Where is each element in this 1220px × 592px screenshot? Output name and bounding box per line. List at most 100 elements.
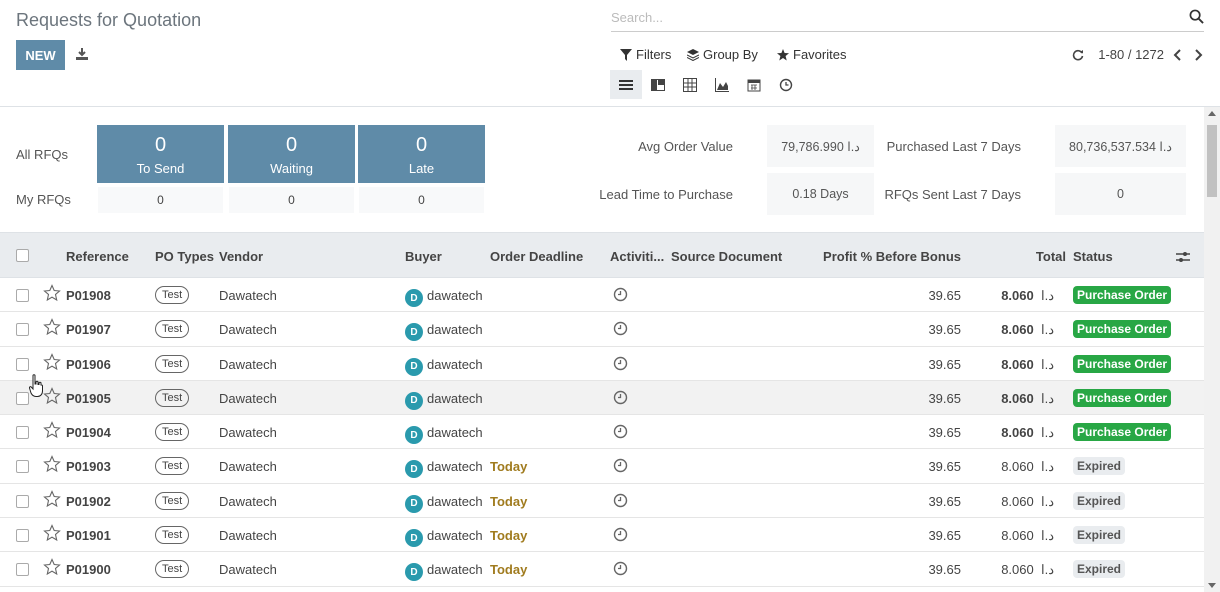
download-icon[interactable] (74, 46, 90, 62)
scroll-down-icon[interactable] (1208, 583, 1216, 588)
po-type-tag: Test (155, 526, 190, 545)
row-checkbox[interactable] (16, 494, 29, 508)
col-activities[interactable]: Activiti... (610, 249, 664, 264)
table-row[interactable]: P01903 Test Dawatech D dawatech Today 39… (0, 449, 1204, 484)
reference: P01900 (66, 562, 111, 578)
chevron-left-icon[interactable] (1172, 48, 1184, 61)
activity-clock-icon[interactable] (613, 458, 628, 473)
buyer-avatar: D (405, 357, 423, 376)
tile-count: 0 (415, 134, 428, 156)
star-outline-icon[interactable] (43, 558, 61, 576)
row-checkbox[interactable] (16, 357, 29, 371)
star-outline-icon[interactable] (43, 524, 61, 542)
kanban-view-button[interactable] (642, 70, 674, 99)
table-row[interactable]: P01908 Test Dawatech D dawatech 39.65 8.… (0, 278, 1204, 313)
clock-icon (779, 78, 793, 91)
star-outline-icon[interactable] (43, 387, 61, 405)
table-row[interactable]: P01902 Test Dawatech D dawatech Today 39… (0, 484, 1204, 519)
select-all-checkbox[interactable] (16, 249, 29, 262)
activity-clock-icon[interactable] (613, 356, 628, 371)
currency-symbol: د.ا (1040, 322, 1054, 338)
group-by-button[interactable]: Group By (687, 47, 758, 62)
col-buyer[interactable]: Buyer (405, 249, 442, 264)
activity-clock-icon[interactable] (613, 527, 628, 542)
col-profit[interactable]: Profit % Before Bonus (823, 249, 961, 264)
activity-clock-icon[interactable] (613, 390, 628, 405)
profit-before-bonus: 39.65 (928, 425, 961, 441)
activity-clock-icon[interactable] (613, 493, 628, 508)
col-po-types[interactable]: PO Types (155, 249, 214, 264)
my-to-send-count[interactable]: 0 (98, 187, 223, 213)
row-checkbox[interactable] (16, 289, 29, 302)
col-status[interactable]: Status (1073, 249, 1113, 264)
calendar-view-button[interactable] (738, 70, 770, 99)
row-checkbox[interactable] (16, 323, 29, 337)
graph-view-button[interactable] (706, 70, 738, 99)
list-view-button[interactable] (610, 70, 642, 99)
tile-to-send[interactable]: 0 To Send (97, 125, 224, 183)
status-badge: Purchase Order (1073, 423, 1172, 442)
total: 8.060 د.ا (1001, 391, 1054, 407)
new-button[interactable]: NEW (16, 40, 65, 70)
favorites-label: Favorites (793, 47, 847, 62)
chevron-right-icon[interactable] (1192, 48, 1204, 61)
search-icon[interactable] (1189, 9, 1204, 24)
activity-view-button[interactable] (770, 70, 802, 99)
table-row[interactable]: P01904 Test Dawatech D dawatech 39.65 8.… (0, 415, 1204, 450)
row-checkbox[interactable] (16, 529, 29, 543)
tile-waiting[interactable]: 0 Waiting (228, 125, 355, 183)
reference: P01903 (66, 459, 111, 475)
currency-symbol: د.ا (1040, 288, 1054, 303)
currency-symbol: د.ا (1040, 528, 1054, 544)
scrollbar[interactable] (1204, 107, 1220, 592)
table-row[interactable]: P01906 Test Dawatech D dawatech 39.65 8.… (0, 347, 1204, 381)
table-row[interactable]: P01907 Test Dawatech D dawatech 39.65 8.… (0, 312, 1204, 347)
refresh-icon[interactable] (1072, 49, 1084, 61)
total-amount: 8.060 (1001, 562, 1034, 578)
pivot-view-button[interactable] (674, 70, 706, 99)
scrollbar-thumb[interactable] (1207, 125, 1217, 197)
status-badge: Expired (1073, 457, 1126, 476)
list-icon (619, 79, 633, 90)
activity-clock-icon[interactable] (613, 561, 628, 576)
col-total[interactable]: Total (1036, 249, 1066, 264)
reference: P01906 (66, 356, 111, 372)
star-outline-icon[interactable] (43, 352, 61, 371)
star-outline-icon[interactable] (43, 421, 61, 439)
profit-before-bonus: 39.65 (928, 528, 961, 544)
activity-clock-icon[interactable] (613, 287, 628, 302)
total: 8.060 د.ا (1001, 494, 1054, 510)
my-late-count[interactable]: 0 (359, 187, 484, 213)
activity-clock-icon[interactable] (613, 424, 628, 439)
total-amount: 8.060 (1001, 425, 1034, 441)
pager-value[interactable]: 1-80 / 1272 (1098, 47, 1164, 62)
star-outline-icon[interactable] (43, 455, 61, 473)
row-checkbox[interactable] (16, 426, 29, 440)
kanban-icon (651, 78, 665, 91)
col-vendor[interactable]: Vendor (219, 249, 263, 264)
total-amount: 8.060 (1001, 322, 1034, 338)
row-checkbox[interactable] (16, 460, 29, 474)
filters-button[interactable]: Filters (620, 47, 671, 62)
favorites-button[interactable]: Favorites (777, 47, 846, 62)
star-outline-icon[interactable] (43, 284, 61, 302)
scroll-up-icon[interactable] (1208, 111, 1216, 116)
star-outline-icon[interactable] (43, 489, 61, 508)
vendor: Dawatech (219, 528, 277, 544)
vendor: Dawatech (219, 562, 277, 578)
my-waiting-count[interactable]: 0 (229, 187, 354, 213)
table-row[interactable]: P01900 Test Dawatech D dawatech Today 39… (0, 552, 1204, 587)
table-row[interactable]: P01905 Test Dawatech D dawatech 39.65 8.… (0, 380, 1204, 416)
col-order-deadline[interactable]: Order Deadline (490, 249, 583, 264)
column-settings-icon[interactable] (1176, 250, 1190, 264)
col-reference[interactable]: Reference (66, 249, 129, 264)
tile-late[interactable]: 0 Late (358, 125, 485, 183)
row-checkbox[interactable] (16, 563, 29, 577)
vendor: Dawatech (219, 493, 277, 509)
table-row[interactable]: P01901 Test Dawatech D dawatech Today 39… (0, 518, 1204, 553)
col-source-document[interactable]: Source Document (671, 249, 782, 264)
star-outline-icon[interactable] (43, 318, 61, 336)
search-input[interactable] (611, 5, 1181, 29)
activity-clock-icon[interactable] (613, 321, 628, 336)
row-checkbox[interactable] (16, 391, 29, 405)
